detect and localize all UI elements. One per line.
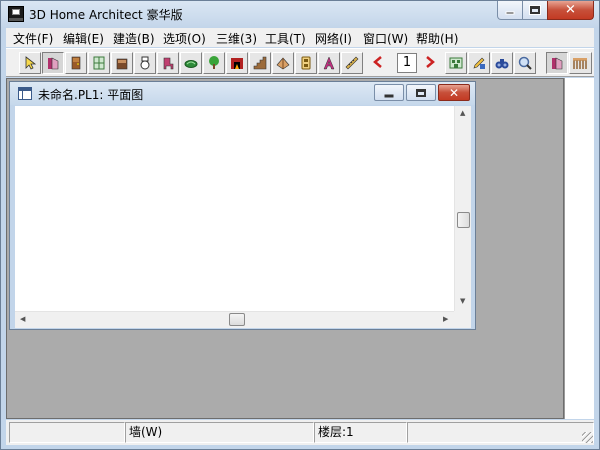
electrical-tool-button[interactable] [295,52,317,74]
plan-document-icon [18,87,32,100]
dimension-tool-button[interactable] [341,52,363,74]
binoculars-icon [495,59,509,69]
cabinet-icon [116,58,128,70]
fireplace-tool-button[interactable] [226,52,248,74]
status-pane-message [9,422,125,443]
menu-edit[interactable]: 编辑(E) [63,30,104,47]
tree-icon [209,56,219,69]
close-icon: ✕ [565,2,576,18]
toilet-icon [140,56,150,70]
materials-button[interactable] [468,52,490,74]
text-tool-icon [323,56,335,70]
scroll-left-icon[interactable]: ◀ [20,316,25,323]
railing-button[interactable] [569,52,592,74]
child-maximize-button[interactable] [406,84,436,101]
railing-icon [573,58,587,69]
fixture-tool-button[interactable] [134,52,156,74]
menu-options[interactable]: 选项(O) [163,30,206,47]
status-bar: 墙(W) 楼层:1 [6,420,594,445]
menu-build[interactable]: 建造(B) [113,30,155,47]
vertical-scrollbar[interactable]: ▲ ▼ [454,106,471,311]
select-tool-button[interactable] [19,52,41,74]
door-icon [71,56,81,70]
roof-icon [276,57,290,70]
menu-window[interactable]: 窗口(W) [363,30,408,47]
status-pane-tool: 墙(W) [125,422,314,443]
minimize-button[interactable] [497,1,523,20]
resize-grip-icon[interactable] [582,432,593,443]
wall-3d-button[interactable] [546,52,568,74]
floor-up-button[interactable] [420,52,442,74]
scroll-up-icon[interactable]: ▲ [460,110,465,117]
floor-plan-canvas[interactable] [15,106,454,311]
vertical-scroll-thumb[interactable] [457,212,470,228]
menu-bar: 文件(F) 编辑(E) 建造(B) 选项(O) 三维(3) 工具(T) 网络(I… [6,28,594,47]
right-toolbar-panel [564,78,594,419]
wall-tool-icon [48,57,59,70]
window-title: 3D Home Architect 豪华版 [29,8,183,22]
window-tool-button[interactable] [88,52,110,74]
full-3d-view-button[interactable] [491,52,513,74]
fireplace-icon [231,58,243,69]
wall-tool-button[interactable] [42,52,64,74]
elevation-view-icon [449,57,463,69]
status-pane-floor: 楼层:1 [314,422,407,443]
menu-help[interactable]: 帮助(H) [416,30,458,47]
toolbar: 1 [6,48,594,77]
roof-tool-button[interactable] [272,52,294,74]
elevation-view-button[interactable] [445,52,467,74]
floor-up-icon [426,56,435,68]
furniture-tool-button[interactable] [157,52,179,74]
main-window: 3D Home Architect 豪华版 ✕ 文件(F) 编辑(E) 建造(B… [0,0,600,450]
menu-3d[interactable]: 三维(3) [216,30,257,47]
cabinet-tool-button[interactable] [111,52,133,74]
child-window-title: 未命名.PL1: 平面图 [38,88,144,102]
plant-bed-tool-button[interactable] [180,52,202,74]
plan-view-window: 未命名.PL1: 平面图 ✕ ▲ ▼ ◀ ▶ [9,81,476,330]
menu-network[interactable]: 网络(I) [315,30,352,47]
scroll-corner [454,311,471,328]
maximize-icon [416,88,426,97]
window-icon [93,56,105,70]
menu-tools[interactable]: 工具(T) [265,30,306,47]
chair-icon [163,57,174,70]
floor-number-display: 1 [397,53,417,73]
pencil-materials-icon [473,57,485,69]
floor-down-icon [373,56,382,68]
menu-file[interactable]: 文件(F) [13,30,53,47]
minimize-icon [384,94,394,97]
close-button[interactable]: ✕ [547,1,594,20]
child-close-button[interactable]: ✕ [438,84,470,101]
floor-down-button[interactable] [368,52,390,74]
maximize-icon [530,6,540,14]
zoom-button[interactable] [514,52,536,74]
app-logo-icon[interactable] [8,6,24,22]
scroll-down-icon[interactable]: ▼ [460,298,465,305]
close-icon: ✕ [448,85,460,100]
scroll-right-icon[interactable]: ▶ [443,316,448,323]
dimension-ruler-icon [345,56,359,70]
plant-bed-icon [184,60,198,68]
electrical-icon [301,56,311,70]
title-bar[interactable]: 3D Home Architect 豪华版 ✕ [1,1,599,27]
status-pane-extra [407,422,594,443]
child-title-bar[interactable]: 未命名.PL1: 平面图 ✕ [10,82,475,105]
select-arrow-icon [25,56,37,70]
child-minimize-button[interactable] [374,84,404,101]
horizontal-scrollbar[interactable]: ◀ ▶ [15,311,454,328]
zoom-magnifier-icon [518,56,532,70]
text-tool-button[interactable] [318,52,340,74]
stairs-tool-button[interactable] [249,52,271,74]
door-tool-button[interactable] [65,52,87,74]
wall-3d-icon [552,57,563,70]
horizontal-scroll-thumb[interactable] [229,313,245,326]
tree-tool-button[interactable] [203,52,225,74]
minimize-icon [505,11,515,15]
maximize-button[interactable] [522,1,548,20]
stairs-icon [253,56,267,70]
